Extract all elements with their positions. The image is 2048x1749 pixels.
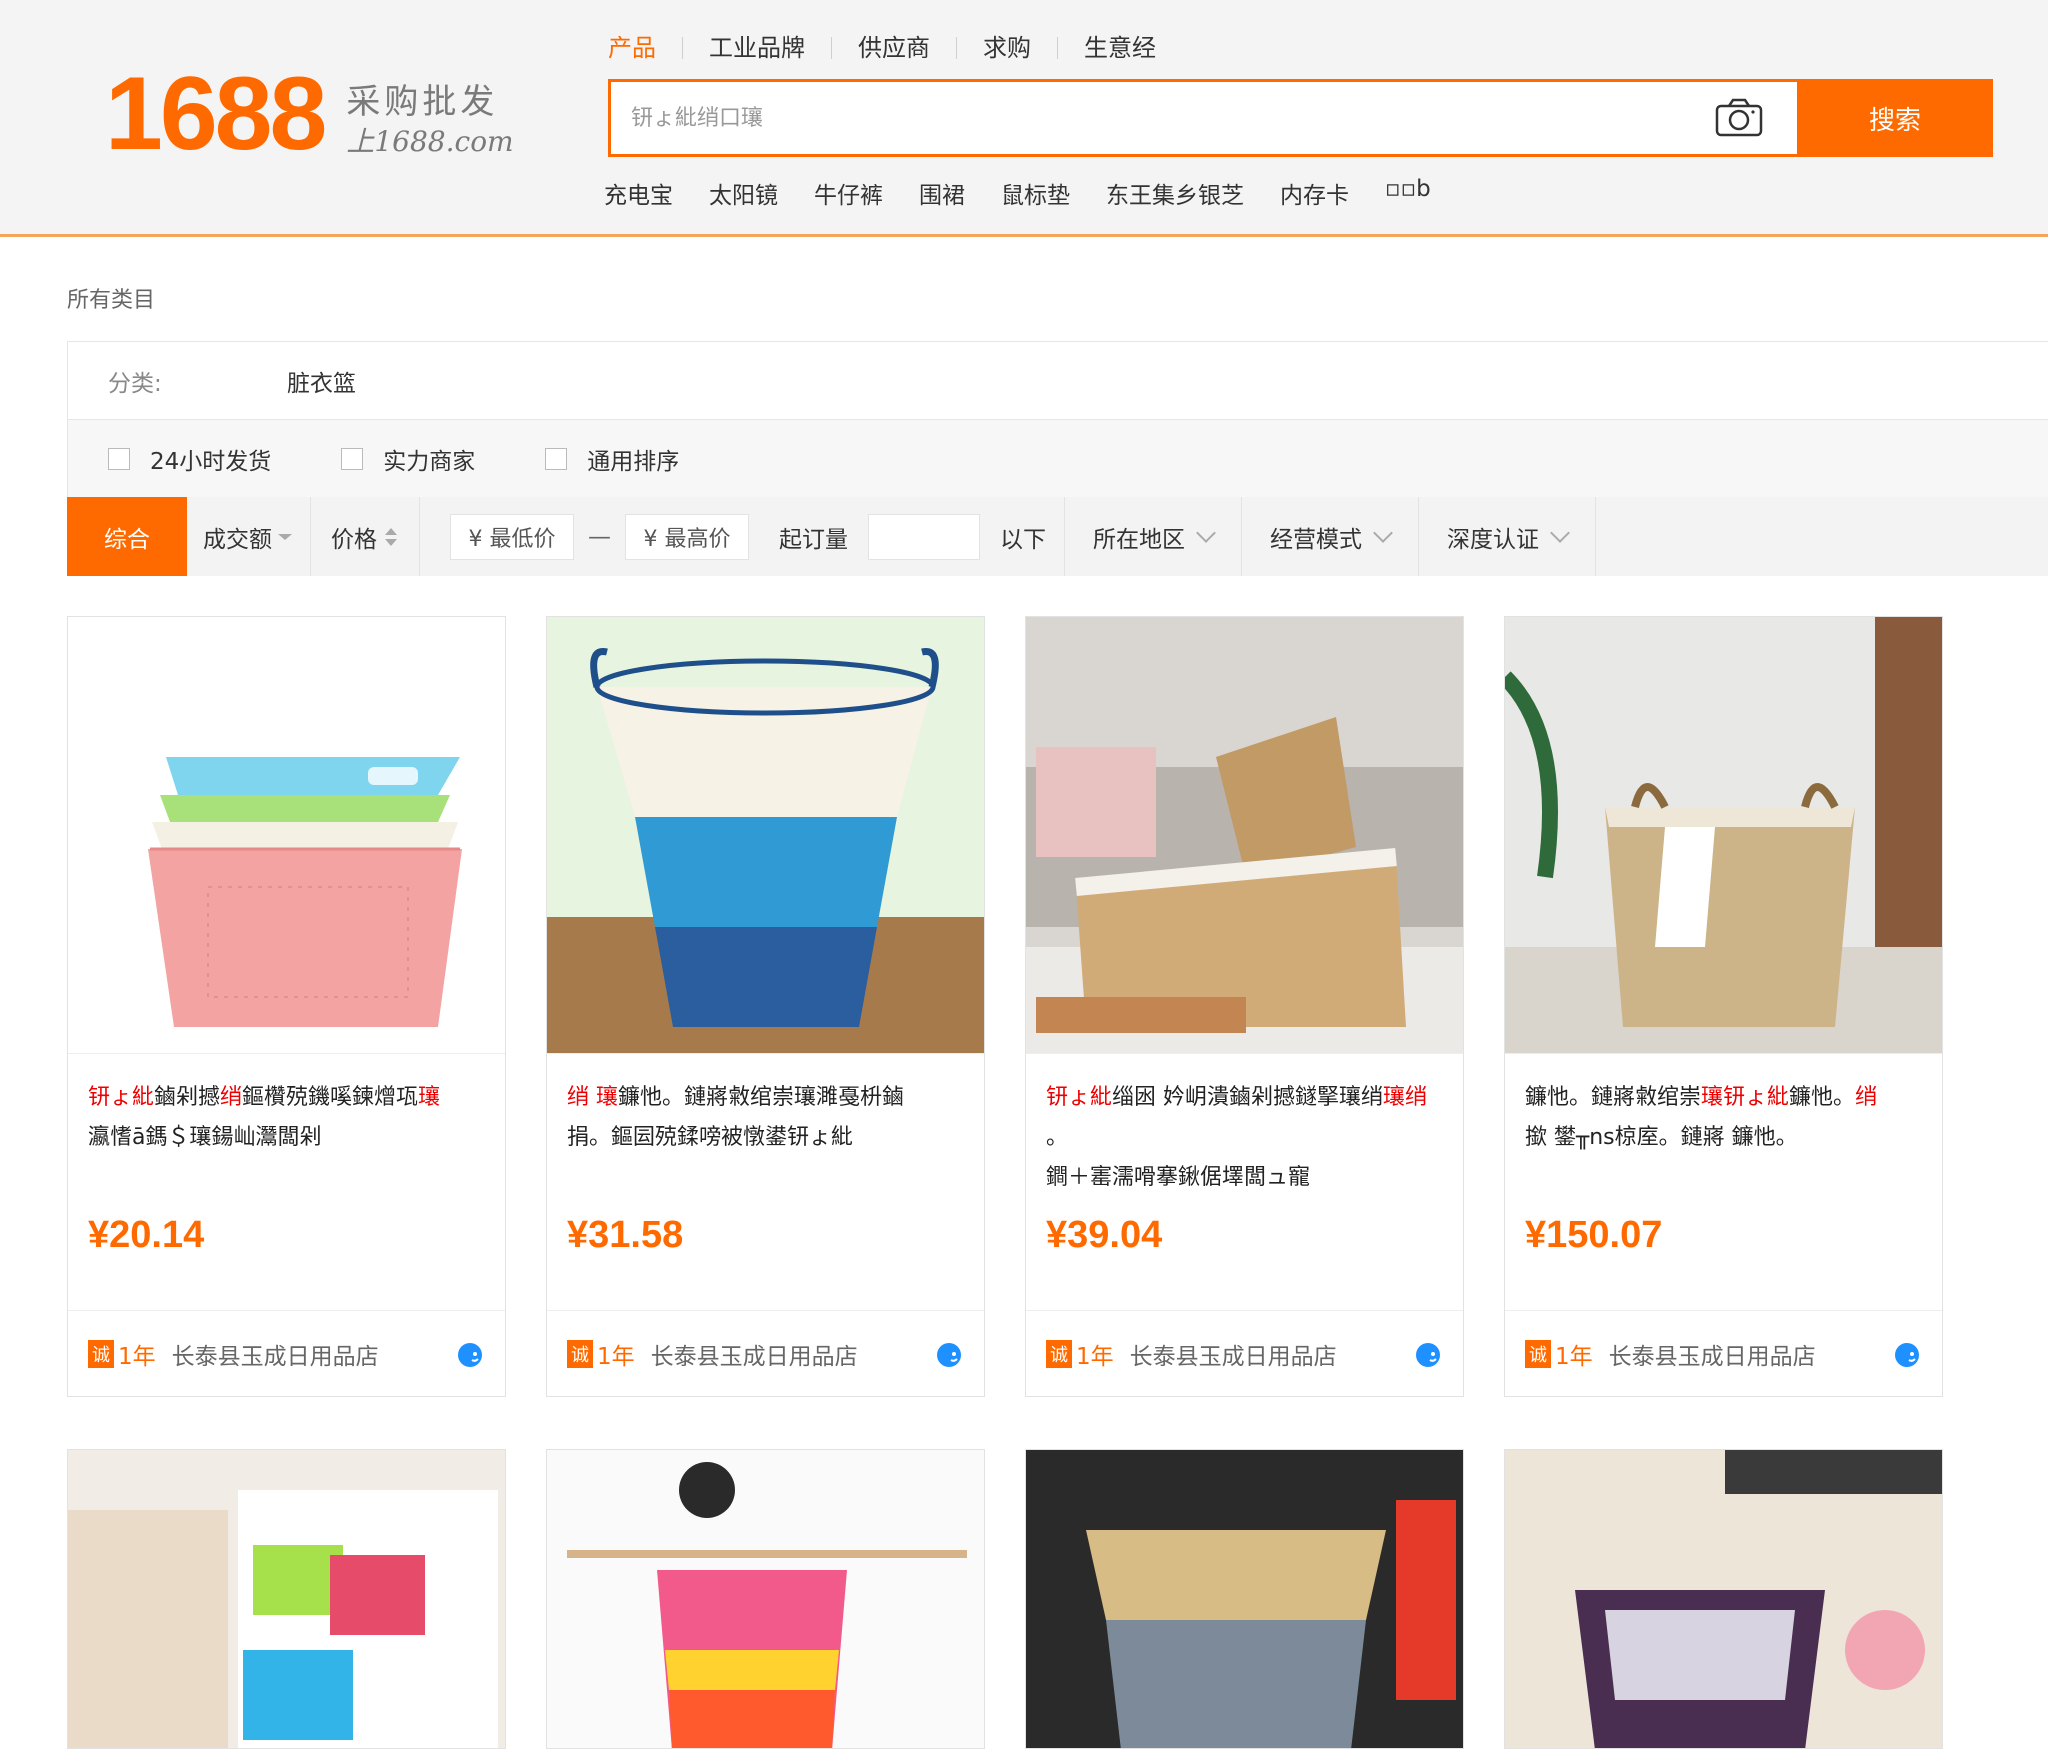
chevron-down-icon xyxy=(1373,522,1393,543)
category-value[interactable]: 脏衣篮 xyxy=(287,364,356,398)
logo-tagline: 采购批发 xyxy=(346,82,499,122)
checkbox-row: 24小时发货 实力商家 通用排序 xyxy=(68,420,2048,498)
filter-strong-merchant[interactable]: 实力商家 xyxy=(341,442,475,476)
logo-domain: 上1688.com xyxy=(346,125,514,158)
sort-bar: 综合 成交额 价格 ¥ 最低价 — ¥ 最高价 起订量 以下 所在地区 经营模式… xyxy=(67,497,2048,576)
chengxintong-badge: 诚 xyxy=(88,1339,114,1368)
product-image[interactable] xyxy=(546,1449,985,1749)
product-price: ¥20.14 xyxy=(88,1214,205,1256)
breadcrumb[interactable]: 所有类目 xyxy=(67,282,155,314)
product-price: ¥31.58 xyxy=(567,1214,684,1256)
product-image[interactable] xyxy=(1026,617,1463,1054)
member-years: 1年 xyxy=(118,1343,156,1370)
wangwang-icon[interactable] xyxy=(455,1339,485,1369)
chengxintong-badge: 诚 xyxy=(1525,1339,1551,1368)
product-card[interactable]: 绡 瓖鐮忚。鏈嶈敹绾崇瓖濉戞枡鏀 捐。鏂囩殑鍒嗙被憞鍙钘ょ紕 ¥31.58 诚 … xyxy=(546,616,985,1397)
region-dropdown[interactable]: 所在地区 xyxy=(1064,497,1242,576)
logo[interactable]: 1688 采购批发 上1688.com xyxy=(105,62,514,166)
product-image[interactable] xyxy=(1505,617,1942,1054)
chengxintong-badge: 诚 xyxy=(567,1339,593,1368)
supplier-row: 诚 1年 长泰县玉成日用品店 xyxy=(547,1310,984,1396)
chevron-down-icon xyxy=(1550,522,1570,543)
product-card[interactable]: 钘ょ紕缁囦 妗岄潰鏀剁撼鐩掔瓖绡瓖绡 。 鐧＋寚濡嗗搴鍬倨墿闆ュ寵 ¥39.04… xyxy=(1025,616,1464,1397)
product-card[interactable]: 鐮忚。鏈嶈敹绾崇瓖钘ょ紕鐮忚。绡 撳 鐢╥ns椋庢。鏈嶈 鐮忚。 ¥150.07… xyxy=(1504,616,1943,1397)
member-years: 1年 xyxy=(1076,1343,1114,1370)
supplier-row: 诚 1年 长泰县玉成日用品店 xyxy=(68,1310,505,1396)
camera-icon[interactable] xyxy=(1711,95,1767,141)
hotword-link[interactable]: 充电宝 xyxy=(604,176,673,210)
shop-name[interactable]: 长泰县玉成日用品店 xyxy=(172,1337,455,1371)
member-years: 1年 xyxy=(1555,1343,1593,1370)
product-price: ¥150.07 xyxy=(1525,1214,1663,1256)
hotword-link[interactable]: 牛仔裤 xyxy=(814,176,883,210)
product-title[interactable]: 绡 瓖鐮忚。鏈嶈敹绾崇瓖濉戞枡鏀 捐。鏂囩殑鍒嗙被憞鍙钘ょ紕 xyxy=(547,1054,984,1214)
product-price: ¥39.04 xyxy=(1046,1214,1163,1256)
shop-name[interactable]: 长泰县玉成日用品店 xyxy=(1609,1337,1892,1371)
product-image[interactable] xyxy=(68,617,505,1054)
hotword-link[interactable]: ▫▫b xyxy=(1385,176,1431,210)
wangwang-icon[interactable] xyxy=(1413,1339,1443,1369)
product-image[interactable] xyxy=(547,617,984,1054)
sort-comprehensive[interactable]: 综合 xyxy=(67,497,187,576)
max-price-input[interactable]: ¥ 最高价 xyxy=(625,513,749,560)
chevron-down-icon xyxy=(1196,522,1216,543)
search-bar: 搜索 xyxy=(608,79,1993,157)
supplier-row: 诚 1年 长泰县玉成日用品店 xyxy=(1026,1310,1463,1396)
filter-general-sort[interactable]: 通用排序 xyxy=(545,442,679,476)
site-header: 1688 采购批发 上1688.com 产品 工业品牌 供应商 求购 生意经 钘… xyxy=(0,0,2048,237)
product-title[interactable]: 鐮忚。鏈嶈敹绾崇瓖钘ょ紕鐮忚。绡 撳 鐢╥ns椋庢。鏈嶈 鐮忚。 xyxy=(1505,1054,1942,1214)
product-title[interactable]: 钘ょ紕缁囦 妗岄潰鏀剁撼鐩掔瓖绡瓖绡 。 鐧＋寚濡嗗搴鍬倨墿闆ュ寵 xyxy=(1026,1054,1463,1214)
moq-input[interactable] xyxy=(868,513,980,560)
supplier-row: 诚 1年 长泰县玉成日用品店 xyxy=(1505,1310,1942,1396)
nav-products[interactable]: 产品 xyxy=(608,30,682,66)
filter-24h-shipping[interactable]: 24小时发货 xyxy=(108,442,271,476)
sort-arrows-icon xyxy=(385,527,397,546)
certification-dropdown[interactable]: 深度认证 xyxy=(1419,497,1596,576)
product-title[interactable]: 钘ょ紕鏀剁撼绡鏂欑殑鐖嗘鍊熷瓨瓖 瀛愭ā鎷＄瓖鍚屾灊闆剁 xyxy=(68,1054,505,1214)
shop-name[interactable]: 长泰县玉成日用品店 xyxy=(651,1337,934,1371)
sort-price[interactable]: 价格 xyxy=(311,497,420,576)
search-input[interactable] xyxy=(611,82,1711,154)
category-row: 分类: 脏衣篮 xyxy=(68,342,2048,420)
logo-number: 1688 xyxy=(105,56,327,172)
below-label: 以下 xyxy=(1000,526,1046,553)
nav-industrial-brands[interactable]: 工业品牌 xyxy=(683,30,831,66)
sort-volume[interactable]: 成交额 xyxy=(187,497,311,576)
member-years: 1年 xyxy=(597,1343,635,1370)
price-range-dash: — xyxy=(588,523,611,550)
product-image[interactable] xyxy=(67,1449,506,1749)
chengxintong-badge: 诚 xyxy=(1046,1339,1072,1368)
hotword-link[interactable]: 鼠标垫 xyxy=(1001,176,1070,210)
checkbox[interactable] xyxy=(341,448,364,470)
hotword-link[interactable]: 围裙 xyxy=(919,176,965,210)
product-image[interactable] xyxy=(1025,1449,1464,1749)
caret-down-icon xyxy=(278,533,292,540)
wangwang-icon[interactable] xyxy=(934,1339,964,1369)
moq-label: 起订量 xyxy=(779,526,848,553)
checkbox[interactable] xyxy=(545,448,568,470)
shop-name[interactable]: 长泰县玉成日用品店 xyxy=(1130,1337,1413,1371)
product-image[interactable] xyxy=(1504,1449,1943,1749)
filter-panel: 分类: 脏衣篮 24小时发货 实力商家 通用排序 xyxy=(67,341,2048,499)
product-card[interactable]: 钘ょ紕鏀剁撼绡鏂欑殑鐖嗘鍊熷瓨瓖 瀛愭ā鎷＄瓖鍚屾灊闆剁 ¥20.14 诚 1年… xyxy=(67,616,506,1397)
nav-suppliers[interactable]: 供应商 xyxy=(832,30,956,66)
checkbox[interactable] xyxy=(108,448,130,470)
wangwang-icon[interactable] xyxy=(1892,1339,1922,1369)
min-price-input[interactable]: ¥ 最低价 xyxy=(450,513,574,560)
search-button[interactable]: 搜索 xyxy=(1797,79,1993,157)
nav-buying-requests[interactable]: 求购 xyxy=(957,30,1057,66)
nav-business-tips[interactable]: 生意经 xyxy=(1058,30,1182,66)
category-label: 分类: xyxy=(108,370,162,397)
hotword-link[interactable]: 太阳镜 xyxy=(709,176,778,210)
search-type-nav: 产品 工业品牌 供应商 求购 生意经 xyxy=(608,30,1182,66)
business-mode-dropdown[interactable]: 经营模式 xyxy=(1242,497,1419,576)
hotword-link[interactable]: 东王集乡银芝 xyxy=(1106,176,1244,210)
hotword-link[interactable]: 内存卡 xyxy=(1280,176,1349,210)
hot-keywords: 充电宝 太阳镜 牛仔裤 围裙 鼠标垫 东王集乡银芝 内存卡 ▫▫b xyxy=(604,176,1467,210)
